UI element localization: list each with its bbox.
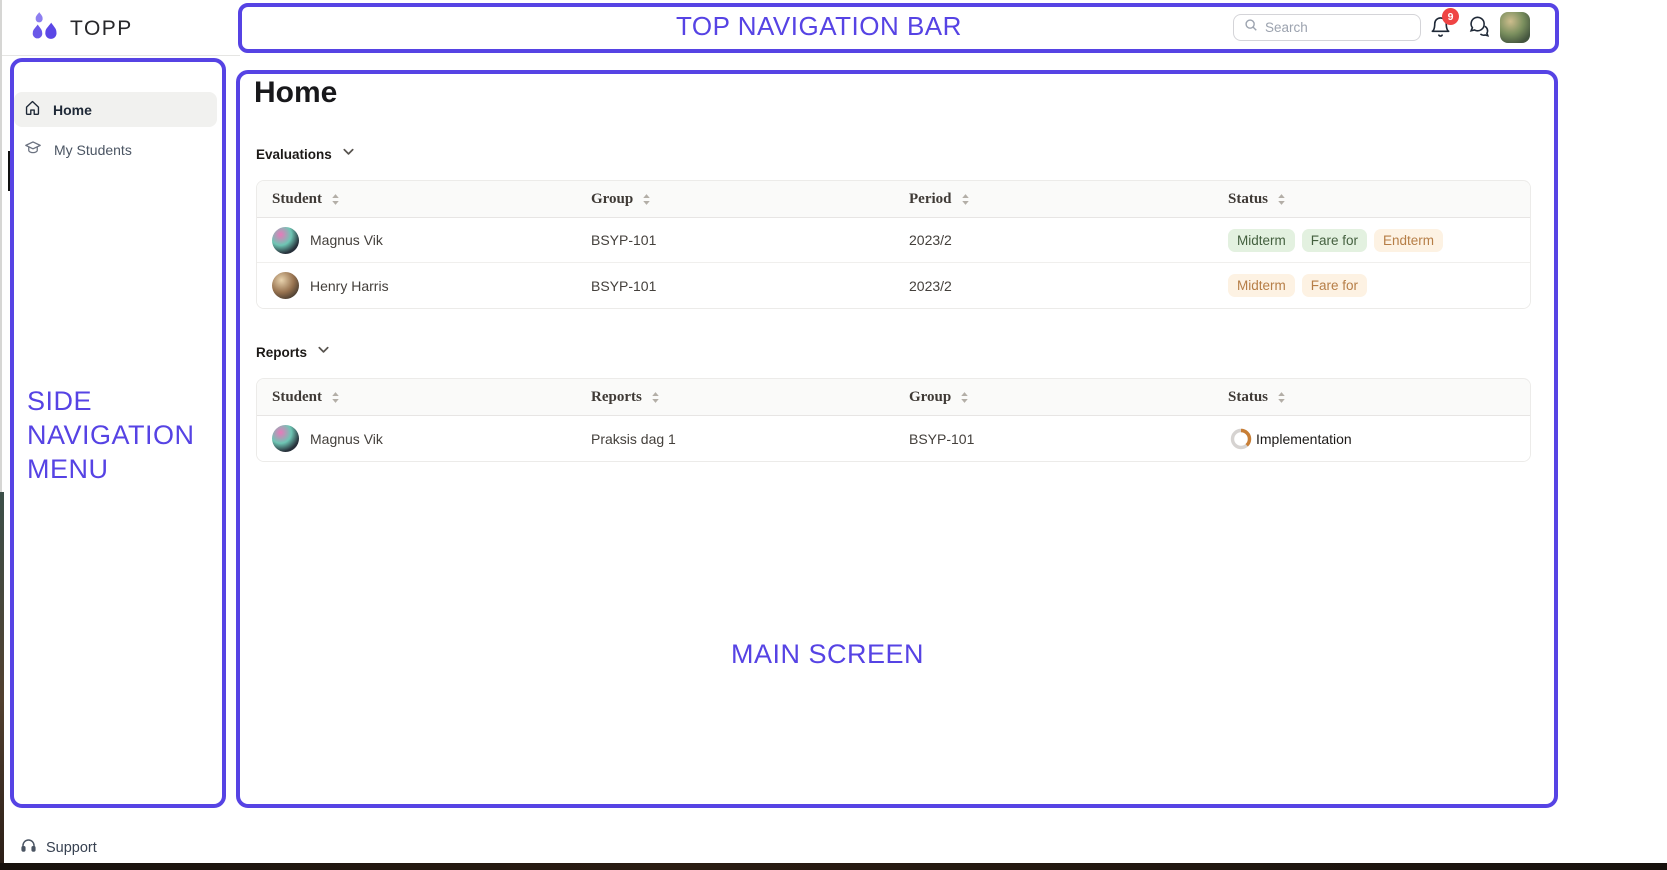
- sort-icon: [959, 193, 972, 206]
- sidebar-item-label: My Students: [54, 142, 132, 158]
- student-name: Magnus Vik: [310, 431, 383, 447]
- sort-icon: [1275, 193, 1288, 206]
- column-header-group[interactable]: Group: [909, 379, 1228, 415]
- notifications-button[interactable]: 9: [1429, 15, 1457, 43]
- status-badge: Midterm: [1228, 274, 1295, 297]
- app-screen: TOPP 9: [0, 0, 1667, 870]
- student-name: Magnus Vik: [310, 232, 383, 248]
- sort-icon: [640, 193, 653, 206]
- section-label: Reports: [256, 345, 307, 360]
- student-avatar: [272, 227, 299, 254]
- column-header-status[interactable]: Status: [1228, 181, 1530, 217]
- home-icon: [24, 99, 41, 121]
- column-header-label: Group: [591, 191, 633, 208]
- support-button[interactable]: Support: [20, 837, 97, 859]
- status-badges: Midterm Fare for Endterm: [1228, 229, 1443, 252]
- column-header-status[interactable]: Status: [1228, 379, 1530, 415]
- table-cell: Midterm Fare for Endterm: [1228, 218, 1530, 262]
- section-label: Evaluations: [256, 147, 332, 162]
- annotation-main-label: MAIN SCREEN: [731, 639, 924, 670]
- desktop-edge-strip-left: [0, 492, 4, 870]
- brand[interactable]: TOPP: [30, 11, 133, 47]
- table-cell: Magnus Vik: [272, 218, 591, 262]
- edge-caret-mark: [8, 151, 11, 191]
- support-label: Support: [46, 840, 97, 856]
- column-header-group[interactable]: Group: [591, 181, 909, 217]
- sort-icon: [329, 193, 342, 206]
- column-header-label: Period: [909, 191, 952, 208]
- table-cell: BSYP-101: [591, 263, 909, 308]
- table-cell: 2023/2: [909, 218, 1228, 262]
- sort-icon: [649, 391, 662, 404]
- chevron-down-icon: [341, 144, 356, 164]
- brand-name: TOPP: [70, 17, 133, 41]
- table-body: Magnus Vik Praksis dag 1BSYP-101 Implement…: [257, 416, 1530, 461]
- topp-logo-icon: [30, 11, 60, 47]
- headphones-icon: [20, 837, 37, 859]
- column-header-label: Student: [272, 191, 322, 208]
- table-row[interactable]: Magnus Vik Praksis dag 1BSYP-101 Implement…: [257, 416, 1530, 461]
- evaluations-section-toggle[interactable]: Evaluations: [256, 144, 356, 164]
- status-badge: Endterm: [1374, 229, 1443, 252]
- desktop-edge-strip-bottom: [0, 863, 1667, 870]
- status-badge: Midterm: [1228, 229, 1295, 252]
- table-cell: 2023/2: [909, 263, 1228, 308]
- table-cell: Praksis dag 1: [591, 416, 909, 461]
- messages-button[interactable]: [1466, 15, 1492, 41]
- graduation-cap-icon: [24, 139, 42, 161]
- column-header-student[interactable]: Student: [272, 181, 591, 217]
- sidebar-item-home[interactable]: Home: [14, 92, 217, 127]
- table-cell: BSYP-101: [909, 416, 1228, 461]
- student-avatar: [272, 272, 299, 299]
- table-header-row: Student Reports Group Status: [257, 379, 1530, 416]
- notification-count-badge: 9: [1442, 8, 1459, 25]
- reports-table: Student Reports Group Status Magnus Vik Prak…: [256, 378, 1531, 462]
- table-cell: Midterm Fare for: [1228, 263, 1530, 308]
- sort-icon: [329, 391, 342, 404]
- status-badge: Fare for: [1302, 274, 1367, 297]
- search-icon: [1244, 18, 1258, 37]
- sidebar-item-my-students[interactable]: My Students: [14, 132, 217, 167]
- student-cell: Magnus Vik: [272, 425, 383, 452]
- student-cell: Henry Harris: [272, 272, 389, 299]
- table-body: Magnus Vik BSYP-1012023/2Midterm Fare for E…: [257, 218, 1530, 308]
- column-header-label: Reports: [591, 389, 642, 406]
- table-cell: Henry Harris: [272, 263, 591, 308]
- search-input[interactable]: [1265, 20, 1395, 35]
- status-badges: Midterm Fare for: [1228, 274, 1367, 297]
- side-navigation-menu: Home My Students Support: [0, 56, 232, 863]
- column-header-label: Status: [1228, 191, 1268, 208]
- top-navigation-bar: TOPP 9: [0, 0, 1667, 56]
- column-header-label: Student: [272, 389, 322, 406]
- sidebar-item-label: Home: [53, 102, 92, 118]
- student-name: Henry Harris: [310, 278, 389, 294]
- table-cell: BSYP-101: [591, 218, 909, 262]
- table-row[interactable]: Henry Harris BSYP-1012023/2Midterm Fare fo…: [257, 263, 1530, 308]
- page-title: Home: [254, 76, 337, 110]
- sort-icon: [958, 391, 971, 404]
- column-header-label: Status: [1228, 389, 1268, 406]
- sort-icon: [1275, 391, 1288, 404]
- chat-bubbles-icon: [1466, 15, 1492, 41]
- evaluations-table: Student Group Period Status Magnus Vik BSYP-…: [256, 180, 1531, 309]
- report-status-label: Implementation: [1256, 431, 1352, 447]
- report-status: Implementation: [1228, 426, 1352, 452]
- student-avatar: [272, 425, 299, 452]
- window-edge-strip: [0, 0, 2, 492]
- search-box[interactable]: [1233, 14, 1421, 41]
- reports-section-toggle[interactable]: Reports: [256, 342, 331, 362]
- column-header-reports[interactable]: Reports: [591, 379, 909, 415]
- table-row[interactable]: Magnus Vik BSYP-1012023/2Midterm Fare for E…: [257, 218, 1530, 263]
- column-header-student[interactable]: Student: [272, 379, 591, 415]
- progress-ring-icon: [1228, 426, 1254, 452]
- table-header-row: Student Group Period Status: [257, 181, 1530, 218]
- user-avatar[interactable]: [1500, 12, 1530, 43]
- chevron-down-icon: [316, 342, 331, 362]
- table-cell: Magnus Vik: [272, 416, 591, 461]
- column-header-label: Group: [909, 389, 951, 406]
- status-badge: Fare for: [1302, 229, 1367, 252]
- column-header-period[interactable]: Period: [909, 181, 1228, 217]
- table-cell: Implementation: [1228, 416, 1530, 461]
- student-cell: Magnus Vik: [272, 227, 383, 254]
